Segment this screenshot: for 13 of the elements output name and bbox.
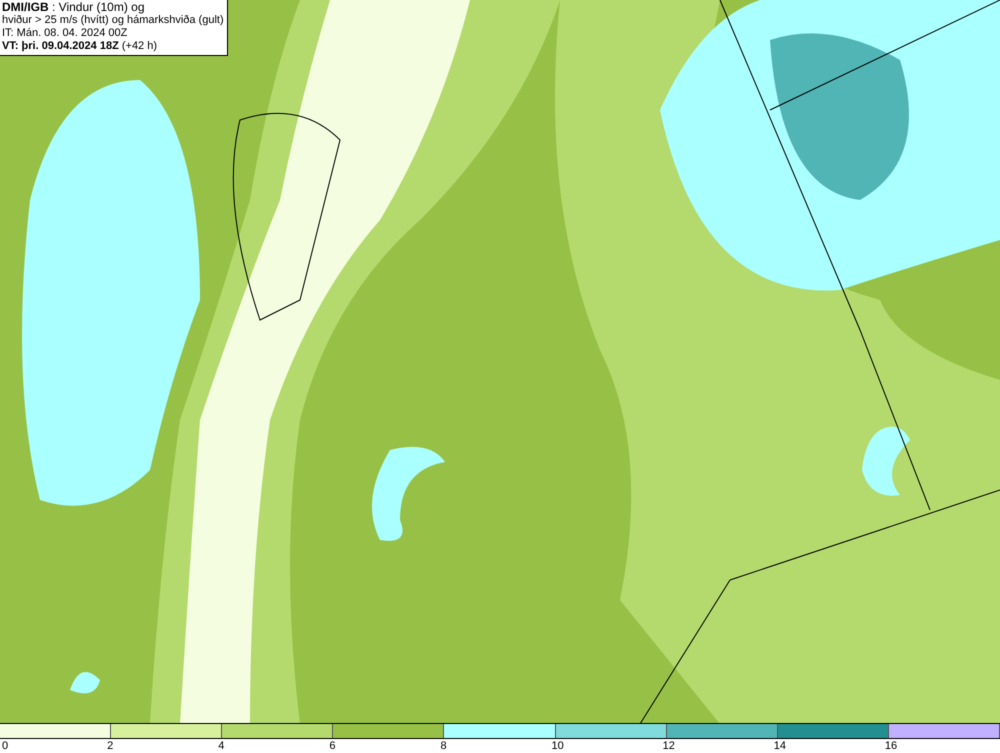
legend-label: 2 [107,739,114,753]
legend-label: 0 [2,739,8,753]
info-line: DMI/IGB : Vindur (10m) og [2,1,146,14]
legend-label: 14 [774,739,786,753]
info-line: IT: Mán. 08. 04. 2024 00Z [2,27,128,40]
legend-label: 10 [552,739,564,753]
legend-label: 16 [884,739,898,753]
legend-label: 12 [662,739,675,753]
info-line: VT: þri. 09.04.2024 18Z (+42 h) [2,40,158,53]
legend-label: 6 [329,739,336,753]
legend-label: 8 [440,739,447,753]
info-line: hviður > 25 m/s (hvítt) og hámarkshviða (gult) [2,14,224,27]
legend-label: 4 [218,739,224,753]
